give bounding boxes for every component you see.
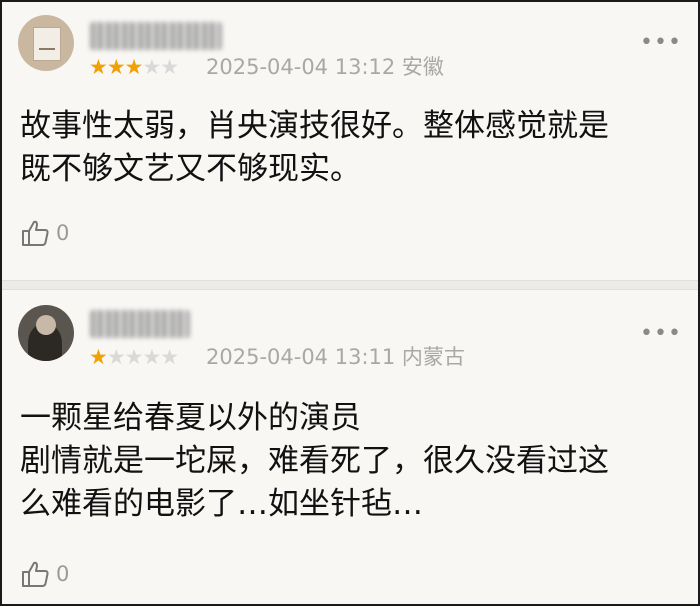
comment-meta: 2025-04-04 13:12 安徽 [206,55,444,79]
star-filled-icon: ★ [89,345,108,369]
comment-text: 故事性太弱，肖央演技很好。整体感觉就是 既不够文艺又不够现实。 [20,108,609,187]
avatar[interactable] [18,305,74,361]
more-dots-icon[interactable]: ••• [640,32,681,54]
comment-text: 一颗星给春夏以外的演员 剧情就是一坨屎，难看死了，很久没看过这 么难看的电影了…… [20,400,609,522]
username-blurred[interactable] [90,22,222,50]
thumbs-up-icon [22,561,49,587]
avatar-image [33,27,61,61]
star-filled-icon: ★★★ [89,55,143,79]
star-empty-icon: ★★ [142,55,179,79]
comment-card: ★★★★★ 2025-04-04 13:11 内蒙古 ••• 一颗星给春夏以外的… [2,288,698,604]
comment-list: ★★★★★ 2025-04-04 13:12 安徽 ••• 故事性太弱，肖央演技… [0,0,700,606]
thumbs-up-icon [22,220,49,246]
avatar-face [36,315,56,335]
username-blurred[interactable] [90,310,190,338]
like-button[interactable]: 0 [20,558,69,590]
like-count: 0 [56,221,70,245]
star-rating: ★★★★★ [89,55,179,79]
avatar[interactable] [18,15,74,71]
star-empty-icon: ★★★★ [106,345,179,369]
more-dots-icon[interactable]: ••• [640,323,681,345]
like-button[interactable]: 0 [20,217,69,249]
star-rating: ★★★★★ [89,345,179,369]
comment-meta: 2025-04-04 13:11 内蒙古 [206,345,465,369]
like-count: 0 [56,562,70,586]
comment-card: ★★★★★ 2025-04-04 13:12 安徽 ••• 故事性太弱，肖央演技… [2,2,698,278]
